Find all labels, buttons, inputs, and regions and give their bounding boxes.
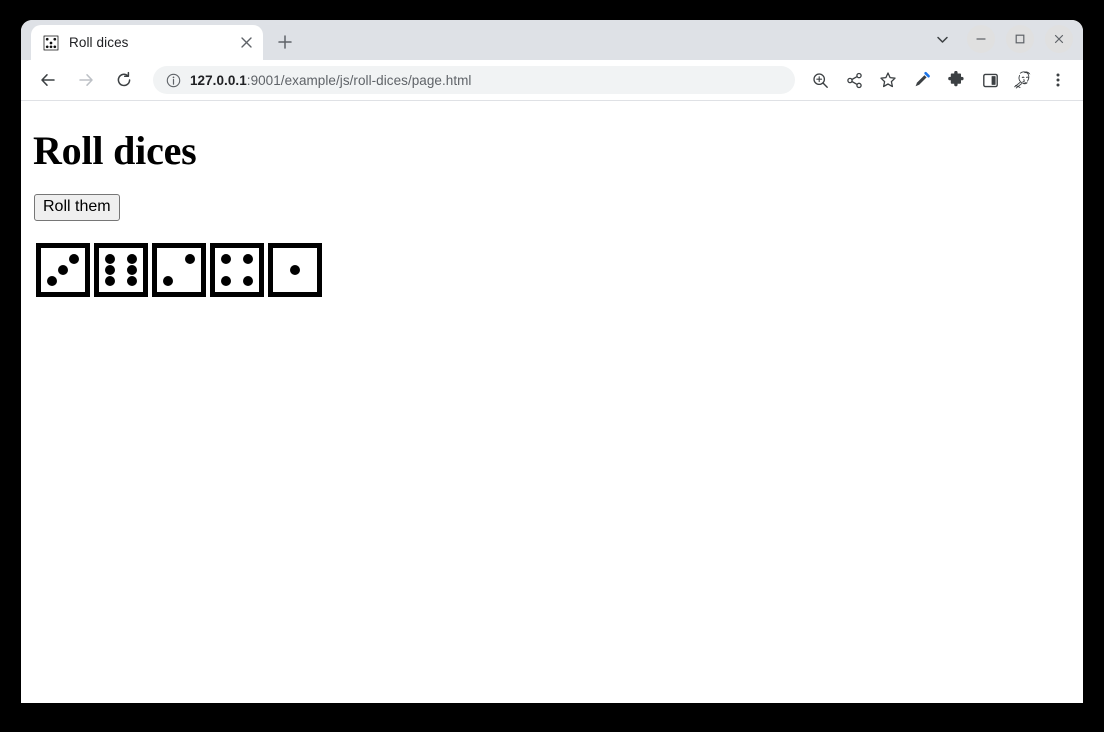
info-circle-icon[interactable] (165, 72, 181, 88)
die-face (41, 248, 85, 292)
minimize-button[interactable] (967, 25, 995, 53)
bookmark-star-icon[interactable] (874, 66, 902, 94)
die-pip (69, 254, 79, 264)
die-face (157, 248, 201, 292)
page-title: Roll dices (33, 128, 197, 173)
die-pip (47, 276, 57, 286)
three-dot-menu-icon[interactable] (1044, 66, 1072, 94)
dice-row (36, 243, 1075, 297)
die-pip (185, 254, 195, 264)
zoom-in-icon[interactable] (806, 66, 834, 94)
die-pip (127, 254, 137, 264)
reload-icon[interactable] (109, 65, 139, 95)
die-face (273, 248, 317, 292)
die-1 (36, 243, 90, 297)
window-controls (928, 25, 1073, 53)
tab-close-icon[interactable] (235, 32, 257, 54)
die-pip (127, 276, 137, 286)
page-viewport: Roll dices Roll them (21, 101, 1083, 703)
browser-toolbar: 127.0.0.1:9001/example/js/roll-dices/pag… (21, 60, 1083, 101)
die-pip (105, 265, 115, 275)
roll-them-button[interactable]: Roll them (34, 194, 120, 221)
tab-roll-dices[interactable]: Roll dices (31, 25, 263, 60)
side-panel-icon[interactable] (976, 66, 1004, 94)
die-pip (105, 254, 115, 264)
maximize-button[interactable] (1006, 25, 1034, 53)
eyedropper-icon[interactable] (908, 66, 936, 94)
url-host: 127.0.0.1 (190, 72, 247, 88)
profile-avatar[interactable] (1011, 67, 1037, 93)
share-icon[interactable] (840, 66, 868, 94)
die-2 (94, 243, 148, 297)
tab-search-chevron-down-icon[interactable] (928, 25, 956, 53)
tab-strip: Roll dices (21, 20, 1083, 60)
die-pip (58, 265, 68, 275)
die-pip (105, 276, 115, 286)
die-3 (152, 243, 206, 297)
url-path: :9001/example/js/roll-dices/page.html (246, 72, 472, 88)
die-pip (163, 276, 173, 286)
die-4 (210, 243, 264, 297)
die-5 (268, 243, 322, 297)
browser-window: Roll dices 127.0.0.1:9001/example/js/rol… (21, 20, 1083, 703)
close-window-button[interactable] (1045, 25, 1073, 53)
die-pip (243, 254, 253, 264)
die-pip (290, 265, 300, 275)
die-pip (221, 276, 231, 286)
die-face (99, 248, 143, 292)
address-bar[interactable]: 127.0.0.1:9001/example/js/roll-dices/pag… (153, 66, 795, 94)
desktop-background: Roll dices 127.0.0.1:9001/example/js/rol… (0, 0, 1104, 732)
die-pip (127, 265, 137, 275)
page-content: Roll dices Roll them (21, 101, 1083, 305)
dice-favicon-icon (43, 35, 59, 51)
die-pip (221, 254, 231, 264)
forward-arrow-icon[interactable] (71, 65, 101, 95)
new-tab-button[interactable] (271, 28, 299, 56)
tab-title: Roll dices (69, 35, 129, 50)
die-face (215, 248, 259, 292)
back-arrow-icon[interactable] (33, 65, 63, 95)
address-bar-url: 127.0.0.1:9001/example/js/roll-dices/pag… (190, 73, 471, 88)
extensions-puzzle-icon[interactable] (942, 66, 970, 94)
die-pip (243, 276, 253, 286)
